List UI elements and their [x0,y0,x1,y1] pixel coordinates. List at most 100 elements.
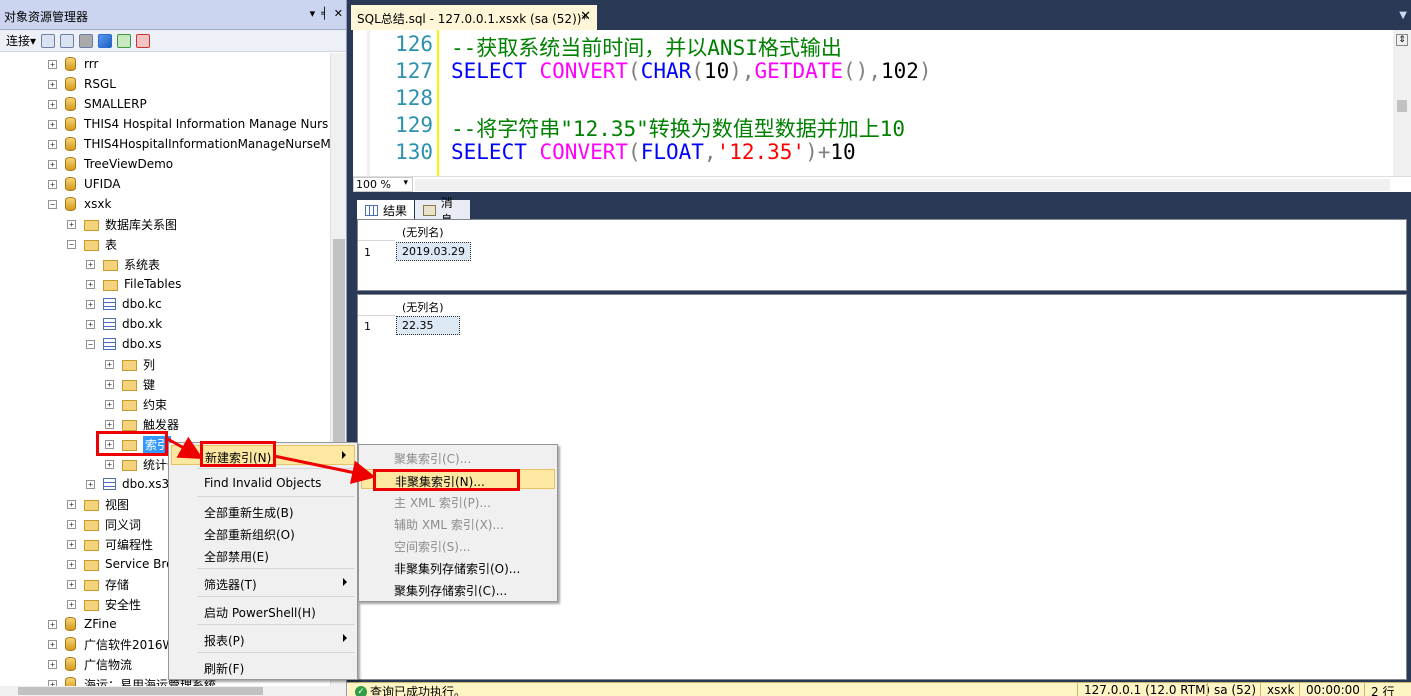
scroll-thumb[interactable] [18,687,263,695]
panel-menu-icon[interactable]: ▾ [310,7,316,20]
close-icon[interactable]: ✕ [580,9,591,24]
code-line[interactable]: SELECT CONVERT(FLOAT,'12.35')+10 [451,140,856,164]
collapse-icon[interactable]: − [67,239,76,249]
refresh-icon[interactable] [117,33,132,48]
pin-icon[interactable]: ╡ [321,7,328,20]
row-number[interactable]: 1 [364,320,371,333]
expand-icon[interactable]: + [86,279,95,289]
tree-node[interactable]: − xsxk [48,194,111,214]
code-line[interactable]: SELECT CONVERT(CHAR(10),GETDATE(),102) [451,59,932,83]
tree-node[interactable]: + 广信物流 [48,654,132,674]
expand-icon[interactable]: + [48,79,57,89]
split-icon[interactable]: ⇕ [1396,34,1408,46]
stop-icon[interactable] [79,33,94,48]
code-line[interactable]: --获取系统当前时间，并以ANSI格式输出 [451,32,842,62]
expand-icon[interactable]: + [67,599,76,609]
tree-node[interactable]: + FileTables [86,274,181,294]
tree-node[interactable]: + THIS4 Hospital Information Manage Nurs [48,114,328,134]
expand-icon[interactable]: + [48,119,57,129]
tree-node[interactable]: + 同义词 [67,514,141,534]
column-header[interactable]: (无列名) [396,222,450,240]
expand-icon[interactable]: + [86,319,95,329]
connect-server-icon[interactable] [41,33,56,48]
expand-icon[interactable]: + [67,579,76,589]
tree-node[interactable]: + 可编程性 [67,534,153,554]
submenu-item[interactable]: 非聚集列存储索引(O)... [361,557,555,577]
expand-icon[interactable]: + [48,59,57,69]
context-menu-item[interactable]: 筛选器(T) [171,573,355,593]
expand-icon[interactable]: + [48,159,57,169]
expand-icon[interactable]: + [86,479,95,489]
code-line[interactable]: --将字符串"12.35"转换为数值型数据并加上10 [451,113,905,143]
row-number[interactable]: 1 [364,246,371,259]
expand-icon[interactable]: + [105,359,114,369]
expand-icon[interactable]: + [48,659,57,669]
tab-dropdown-icon[interactable]: ▼ [1399,10,1407,21]
column-header[interactable]: (无列名) [396,297,450,315]
expand-icon[interactable]: + [105,399,114,409]
collapse-icon[interactable]: − [86,339,95,349]
expand-icon[interactable]: + [86,259,95,269]
expand-icon[interactable]: + [48,639,57,649]
context-menu-item[interactable]: 全部重新组织(O) [171,523,355,543]
context-menu-item[interactable]: 报表(P) [171,629,355,649]
context-menu-item[interactable]: 启动 PowerShell(H) [171,601,355,621]
tree-node[interactable]: + 数据库关系图 [67,214,177,234]
result-grid-1[interactable]: (无列名) 1 2019.03.29 [357,219,1407,291]
tree-horizontal-scrollbar[interactable] [0,686,346,696]
expand-icon[interactable]: + [67,539,76,549]
expand-icon[interactable]: + [48,179,57,189]
activity-monitor-icon[interactable] [136,33,151,48]
expand-icon[interactable]: + [48,99,57,109]
expand-icon[interactable]: + [105,379,114,389]
tree-node[interactable]: + rrr [48,54,98,74]
submenu-item[interactable]: 主 XML 索引(P)... [361,491,555,511]
tree-node[interactable]: + 约束 [105,394,167,414]
submenu-item[interactable]: 空间索引(S)... [361,535,555,555]
context-menu-item[interactable]: 全部重新生成(B) [171,501,355,521]
context-menu-item[interactable]: Find Invalid Objects [171,473,355,493]
context-menu-item[interactable]: 全部禁用(E) [171,545,355,565]
expand-icon[interactable]: + [67,559,76,569]
tree-node[interactable]: + 列 [105,354,155,374]
expand-icon[interactable]: + [48,139,57,149]
scroll-thumb[interactable] [1397,100,1407,112]
tree-node[interactable]: − 表 [67,234,117,254]
zoom-select[interactable]: 100 % ▾ [353,177,413,192]
context-menu-item[interactable]: 刷新(F) [171,657,355,677]
sql-editor[interactable]: 126 --获取系统当前时间，并以ANSI格式输出 127 SELECT CONVER… [353,30,1393,176]
tree-node[interactable]: + 键 [105,374,155,394]
expand-icon[interactable]: + [67,219,76,229]
tree-node[interactable]: + SMALLERP [48,94,147,114]
tree-node[interactable]: + 视图 [67,494,129,514]
tree-node[interactable]: + UFIDA [48,174,120,194]
expand-icon[interactable]: + [105,459,114,469]
submenu-item[interactable]: 辅助 XML 索引(X)... [361,513,555,533]
tab-sql-script[interactable]: SQL总结.sql - 127.0.0.1.xsxk (sa (52))* ✕ [351,5,597,30]
tree-node[interactable]: + THIS4HospitalInformationManageNurseM [48,134,330,154]
filter-icon[interactable] [98,33,113,48]
expand-icon[interactable]: + [48,619,57,629]
editor-horizontal-scrollbar[interactable] [415,179,1390,191]
tree-node[interactable]: + 存储 [67,574,129,594]
tree-node[interactable]: + dbo.xs3 [86,474,169,494]
expand-icon[interactable]: + [67,499,76,509]
collapse-icon[interactable]: − [48,199,57,209]
submenu-item[interactable]: 聚集列存储索引(C)... [361,579,555,599]
grid-cell[interactable]: 22.35 [396,316,460,335]
tree-node[interactable]: + dbo.xk [86,314,162,334]
editor-vertical-scrollbar[interactable]: ⇕ [1393,30,1411,176]
tree-node[interactable]: + 安全性 [67,594,141,614]
tree-node[interactable]: + RSGL [48,74,116,94]
tab-results[interactable]: 结果 [357,200,414,219]
expand-icon[interactable]: + [86,299,95,309]
tree-node[interactable]: + 系统表 [86,254,160,274]
expand-icon[interactable]: + [67,519,76,529]
tree-node[interactable]: + dbo.kc [86,294,162,314]
tree-node[interactable]: − dbo.xs [86,334,162,354]
tree-node[interactable]: + TreeViewDemo [48,154,173,174]
grid-cell[interactable]: 2019.03.29 [396,242,471,261]
expand-icon[interactable]: + [105,419,114,429]
tab-messages[interactable]: 消息 [415,196,470,227]
submenu-item[interactable]: 聚集索引(C)... [361,447,555,467]
